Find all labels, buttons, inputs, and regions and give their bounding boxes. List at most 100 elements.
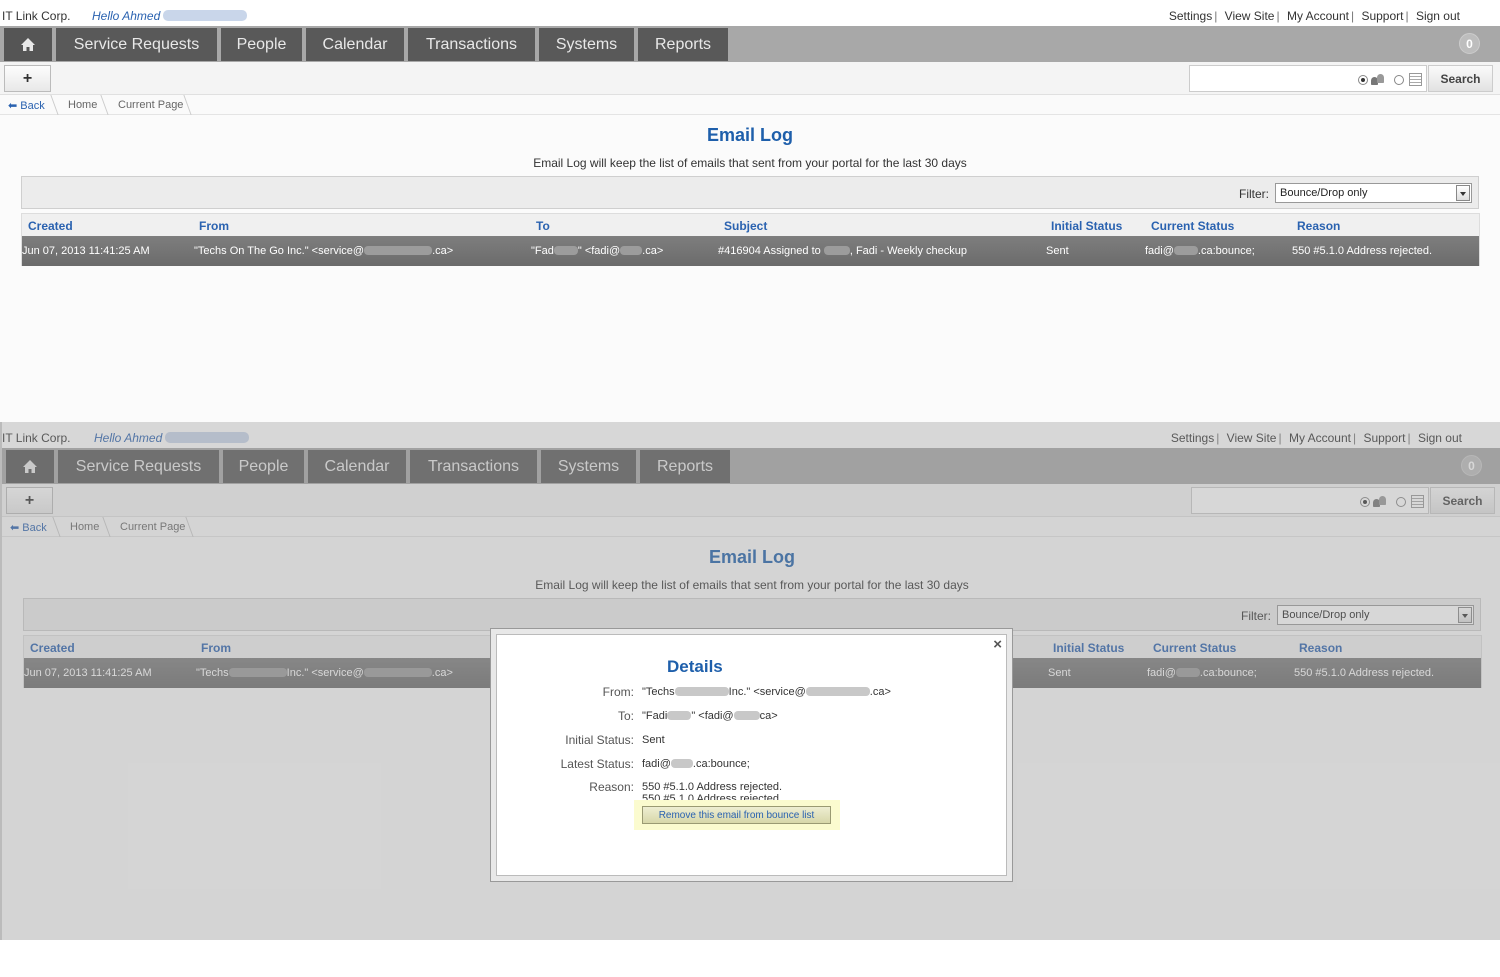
chevron-down-icon [1456, 185, 1470, 201]
dialog-title: Details [667, 657, 723, 676]
settings-link[interactable]: Settings [1169, 9, 1212, 23]
top-bar: IT Link Corp. Hello Ahmed Settings | View… [0, 0, 1500, 26]
redacted [1173, 246, 1198, 255]
my-account-link[interactable]: My Account [1287, 9, 1349, 23]
redacted [823, 246, 850, 255]
cell-subject: #416904 Assigned to , Fadi - Weekly chec… [718, 245, 967, 257]
link-separator: | [1214, 9, 1218, 23]
redacted [733, 711, 760, 720]
filter-select[interactable]: Bounce/Drop only [1275, 183, 1472, 203]
back-link[interactable]: ⬅ Back [8, 99, 45, 112]
breadcrumb-separator [43, 95, 59, 115]
cell-to-part: " <fadi@ [577, 245, 621, 257]
email-log-table: Created From To Subject Initial Status C… [21, 213, 1480, 266]
details-dialog: × Details From: "Techs Inc." <service@ .ca… [490, 628, 1013, 882]
search-button[interactable]: Search [1428, 65, 1493, 92]
link-separator: | [1350, 9, 1355, 23]
cell-status-part: fadi@ [1145, 245, 1174, 257]
tab-reports[interactable]: Reports [638, 28, 728, 61]
breadcrumb-current: Current Page [118, 99, 184, 111]
redacted [364, 246, 433, 255]
tab-people[interactable]: People [221, 28, 302, 61]
filter-bar: Filter: Bounce/Drop only [21, 176, 1479, 209]
notification-badge[interactable]: 0 [1459, 33, 1480, 54]
to-label: To: [617, 709, 634, 723]
details-dialog-body: × Details From: "Techs Inc." <service@ .ca… [496, 634, 1007, 876]
toolbar: + Search [0, 62, 1500, 95]
redacted [670, 759, 693, 768]
page-subtitle: Email Log will keep the list of emails t… [533, 156, 967, 170]
tab-transactions[interactable]: Transactions [408, 28, 535, 61]
col-created[interactable]: Created [28, 219, 73, 233]
breadcrumb-home[interactable]: Home [68, 99, 97, 111]
redacted [553, 246, 578, 255]
reason-label: Reason: [589, 780, 634, 794]
initial-status-label: Initial Status: [565, 733, 634, 747]
col-subject[interactable]: Subject [724, 219, 767, 233]
sign-out-link[interactable]: Sign out [1416, 9, 1460, 23]
from-part: .ca> [869, 686, 891, 698]
cell-status-part: .ca:bounce; [1197, 245, 1255, 257]
frame-edge [0, 422, 2, 940]
back-arrow-icon: ⬅ [8, 100, 18, 112]
top-links: Settings | View Site | My Account | Support… [1169, 9, 1460, 23]
tab-calendar[interactable]: Calendar [306, 28, 404, 61]
add-button[interactable]: + [4, 65, 51, 92]
to-value: "Fadi " <fadi@ ca> [642, 710, 778, 722]
to-part: " <fadi@ [691, 710, 734, 722]
cell-reason: 550 #5.1.0 Address rejected. [1292, 245, 1433, 257]
view-site-link[interactable]: View Site [1225, 9, 1275, 23]
home-button[interactable] [4, 28, 52, 61]
cell-subject-part: #416904 Assigned to [718, 245, 821, 257]
cell-created: Jun 07, 2013 11:41:25 AM [22, 245, 150, 257]
tab-systems[interactable]: Systems [539, 28, 634, 61]
cell-from: "Techs On The Go Inc." <service@ .ca> [194, 245, 453, 257]
col-from[interactable]: From [199, 219, 229, 233]
cell-subject-part: , Fadi - Weekly checkup [849, 245, 968, 257]
filter-value: Bounce/Drop only [1280, 187, 1368, 199]
search-people-radio[interactable] [1358, 74, 1368, 85]
from-part: "Techs [642, 686, 675, 698]
link-separator: | [1276, 9, 1280, 23]
from-part: Inc." <service@ [728, 686, 806, 698]
support-link[interactable]: Support [1361, 9, 1403, 23]
link-separator: | [1405, 9, 1409, 23]
search-documents-radio[interactable] [1394, 74, 1404, 85]
latest-part: fadi@ [642, 758, 671, 770]
table-row[interactable]: Jun 07, 2013 11:41:25 AM "Techs On The G… [22, 236, 1479, 266]
col-to[interactable]: To [536, 219, 550, 233]
back-label: Back [20, 100, 45, 112]
email-log-page: IT Link Corp. Hello Ahmed Settings | View… [0, 0, 1500, 422]
remove-button-highlight: Remove this email from bounce list [634, 800, 840, 830]
company-name: IT Link Corp. [2, 9, 71, 23]
main-nav: Service Requests People Calendar Transac… [0, 26, 1500, 62]
page-title: Email Log [706, 125, 793, 145]
reason-line-1: 550 #5.1.0 Address rejected. [642, 781, 783, 793]
from-label: From: [602, 685, 634, 699]
close-icon[interactable]: × [993, 636, 1002, 653]
remove-from-bounce-list-button[interactable]: Remove this email from bounce list [642, 806, 831, 824]
col-reason[interactable]: Reason [1297, 219, 1340, 233]
latest-status-label: Latest Status: [560, 757, 634, 771]
initial-status-value: Sent [642, 734, 665, 746]
latest-status-value: fadi@ .ca:bounce; [642, 758, 750, 770]
redacted [674, 687, 729, 696]
greeting: Hello Ahmed [92, 9, 248, 23]
col-current-status[interactable]: Current Status [1151, 219, 1234, 233]
cell-current-status: fadi@ .ca:bounce; [1145, 245, 1255, 257]
redacted [620, 246, 643, 255]
greeting-text: Hello Ahmed [92, 9, 161, 23]
tab-service-requests[interactable]: Service Requests [56, 28, 217, 61]
col-initial-status[interactable]: Initial Status [1051, 219, 1122, 233]
home-icon [21, 38, 35, 51]
breadcrumb: ⬅ Back Home Current Page [0, 95, 1500, 115]
cell-to-part: .ca> [642, 245, 664, 257]
to-part: "Fadi [642, 710, 668, 722]
redacted [805, 687, 870, 696]
page-bottom [0, 940, 1500, 977]
search-input[interactable] [1189, 65, 1427, 92]
search-scope-options [1358, 73, 1422, 86]
cell-to-part: "Fad [531, 245, 554, 257]
cell-from-part: .ca> [432, 245, 454, 257]
redacted-name [163, 10, 248, 21]
